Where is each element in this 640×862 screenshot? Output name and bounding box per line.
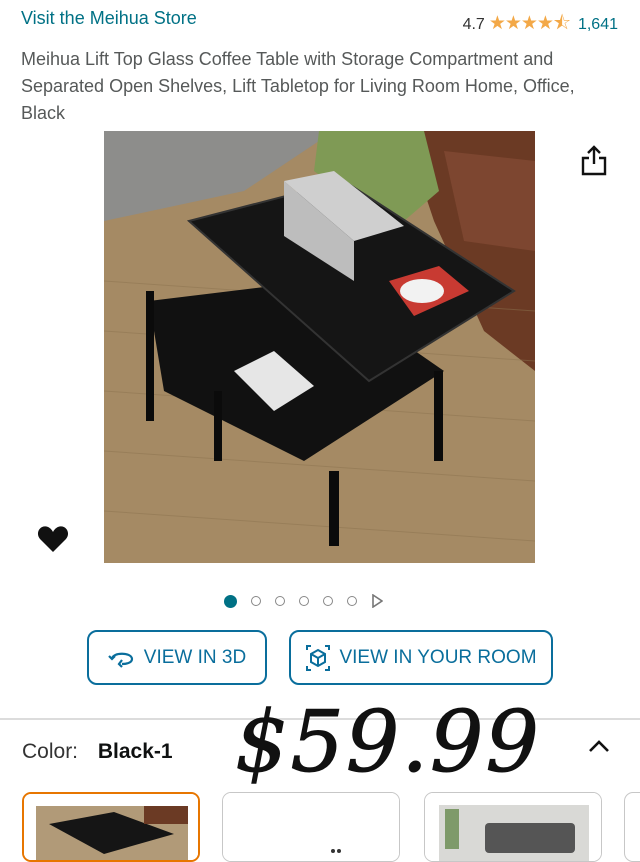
color-selector-header: Color: Black-1	[22, 740, 173, 764]
store-link[interactable]: Visit the Meihua Store	[21, 8, 197, 29]
carousel-dot[interactable]	[275, 596, 285, 606]
carousel-dot[interactable]	[323, 596, 333, 606]
view-in-3d-label: VIEW IN 3D	[143, 646, 247, 668]
review-count[interactable]: 1,641	[578, 16, 618, 34]
carousel-dot[interactable]	[251, 596, 261, 606]
price-overlay: $59.99	[235, 693, 541, 792]
color-option-thumbnail[interactable]	[222, 792, 400, 862]
rotate-3d-icon	[108, 652, 133, 668]
view-in-your-room-label: VIEW IN YOUR ROOM	[339, 646, 537, 668]
carousel-indicator	[224, 594, 383, 608]
chevron-up-icon[interactable]	[588, 738, 610, 759]
play-icon[interactable]	[371, 594, 383, 608]
rating-value: 4.7	[462, 16, 485, 33]
thumbnail-image	[425, 793, 601, 861]
star-rating-icon: ★★★★⯪	[488, 13, 571, 34]
ar-cube-icon	[306, 644, 331, 671]
carousel-dot[interactable]	[299, 596, 309, 606]
color-option-thumbnail[interactable]	[22, 792, 200, 862]
color-option-thumbnail[interactable]	[424, 792, 602, 862]
share-icon[interactable]	[580, 145, 608, 177]
color-option-thumbnail[interactable]	[624, 792, 640, 862]
coffee-table-photo	[104, 131, 535, 563]
carousel-dot[interactable]	[224, 594, 237, 608]
view-in-your-room-button[interactable]: VIEW IN YOUR ROOM	[289, 630, 553, 685]
color-value: Black-1	[97, 740, 173, 763]
thumbnail-image	[223, 793, 399, 861]
color-label: Color:	[22, 740, 79, 763]
thumbnail-image	[24, 794, 198, 860]
rating-summary[interactable]: 4.7 ★★★★⯪ 1,641	[463, 9, 618, 41]
view-in-3d-button[interactable]: VIEW IN 3D	[87, 630, 267, 685]
product-title: Meihua Lift Top Glass Coffee Table with …	[21, 49, 575, 123]
carousel-dot[interactable]	[347, 596, 357, 606]
heart-icon[interactable]	[37, 524, 69, 554]
product-image[interactable]	[104, 131, 535, 563]
